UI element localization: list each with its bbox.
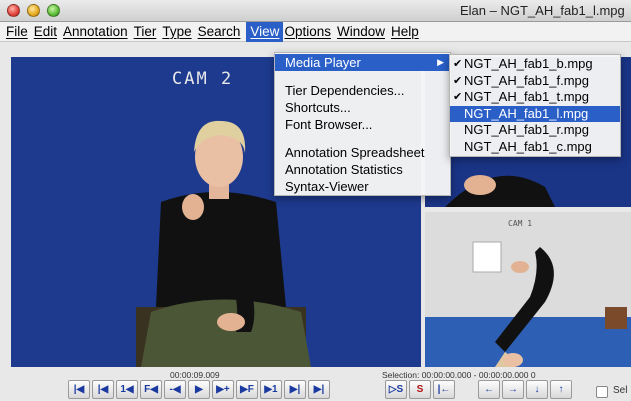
media-item-label: NGT_AH_fab1_c.mpg xyxy=(464,138,592,154)
media-item-label: NGT_AH_fab1_l.mpg xyxy=(464,105,589,121)
selection-readout: Selection: 00:00:00.000 - 00:00:00.000 0 xyxy=(382,370,536,380)
clear-selection-button[interactable]: S xyxy=(409,380,431,399)
bottom-right-video-frame xyxy=(425,241,631,367)
previous-second-button[interactable]: 1◀ xyxy=(116,380,138,399)
view-menu-dropdown: Media Player ▶ Tier Dependencies... Shor… xyxy=(274,52,451,196)
menu-search[interactable]: Search xyxy=(198,22,246,42)
left-arrow-button[interactable]: ← xyxy=(478,380,500,399)
selection-mode-label: Sel xyxy=(613,385,628,396)
play-selection-button[interactable]: ▷S xyxy=(385,380,407,399)
menu-type[interactable]: Type xyxy=(162,22,196,42)
menu-item-font-browser[interactable]: Font Browser... xyxy=(275,116,450,133)
title-bar: Elan – NGT_AH_fab1_l.mpg xyxy=(0,0,631,22)
next-pixel-button[interactable]: ▶+ xyxy=(212,380,234,399)
menu-view[interactable]: View xyxy=(246,21,284,42)
selection-controls: ▷S S |← xyxy=(385,380,457,399)
media-item-f[interactable]: ✔ NGT_AH_fab1_f.mpg xyxy=(450,73,620,90)
selection-mode-checkbox[interactable] xyxy=(596,386,608,398)
media-item-label: NGT_AH_fab1_b.mpg xyxy=(464,56,593,71)
media-item-c[interactable]: NGT_AH_fab1_c.mpg xyxy=(450,139,620,156)
up-arrow-button[interactable]: ↑ xyxy=(550,380,572,399)
zoom-window-button[interactable] xyxy=(47,4,60,17)
submenu-arrow-icon: ▶ xyxy=(437,57,444,67)
menu-annotation[interactable]: Annotation xyxy=(63,22,133,42)
menu-item-tier-dependencies[interactable]: Tier Dependencies... xyxy=(275,82,450,99)
menu-window[interactable]: Window xyxy=(337,22,390,42)
checkmark-icon: ✔ xyxy=(453,91,463,103)
menu-bar: File Edit Annotation Tier Type Search Vi… xyxy=(0,21,631,42)
menu-options[interactable]: Options xyxy=(284,22,336,42)
media-item-t[interactable]: ✔ NGT_AH_fab1_t.mpg xyxy=(450,89,620,106)
media-item-label: NGT_AH_fab1_f.mpg xyxy=(464,72,590,88)
media-player-submenu: ✔ NGT_AH_fab1_b.mpg ✔ NGT_AH_fab1_f.mpg … xyxy=(449,54,621,157)
menu-item-shortcuts[interactable]: Shortcuts... xyxy=(275,99,450,116)
play-button[interactable]: ▶ xyxy=(188,380,210,399)
window-title: Elan – NGT_AH_fab1_l.mpg xyxy=(460,3,625,18)
go-to-begin-button[interactable]: |◀ xyxy=(68,380,90,399)
current-timecode: 00:00:09.009 xyxy=(170,370,220,380)
cam-2-label: CAM 2 xyxy=(172,69,234,89)
media-item-b[interactable]: ✔ NGT_AH_fab1_b.mpg xyxy=(450,56,620,73)
next-second-button[interactable]: ▶1 xyxy=(260,380,282,399)
previous-scrollview-button[interactable]: |◀ xyxy=(92,380,114,399)
next-scrollview-button[interactable]: ▶| xyxy=(284,380,306,399)
media-item-l[interactable]: NGT_AH_fab1_l.mpg xyxy=(450,105,620,122)
menu-item-annotation-statistics[interactable]: Annotation Statistics xyxy=(275,161,450,178)
menu-file[interactable]: File xyxy=(6,22,33,42)
media-item-label: NGT_AH_fab1_t.mpg xyxy=(464,89,590,104)
next-frame-button[interactable]: ▶F xyxy=(236,380,258,399)
go-to-end-button[interactable]: ▶| xyxy=(308,380,330,399)
minimize-window-button[interactable] xyxy=(27,4,40,17)
media-item-r[interactable]: NGT_AH_fab1_r.mpg xyxy=(450,122,620,139)
menu-item-annotation-spreadsheet[interactable]: Annotation Spreadsheet xyxy=(275,144,450,161)
playback-controls: |◀ |◀ 1◀ F◀ -◀ ▶ ▶+ ▶F ▶1 ▶| ▶| xyxy=(68,380,332,399)
media-item-label: NGT_AH_fab1_r.mpg xyxy=(464,122,590,137)
right-arrow-button[interactable]: → xyxy=(502,380,524,399)
menu-item-media-player-label: Media Player xyxy=(285,55,361,70)
bottom-right-video-viewer[interactable] xyxy=(425,212,631,367)
menu-tier[interactable]: Tier xyxy=(134,22,162,42)
cam-1-label: CAM 1 xyxy=(508,219,533,228)
arrow-controls: ← → ↓ ↑ xyxy=(478,380,574,399)
checkmark-icon: ✔ xyxy=(453,58,463,70)
previous-pixel-button[interactable]: -◀ xyxy=(164,380,186,399)
selection-begin-button[interactable]: |← xyxy=(433,380,455,399)
menu-help[interactable]: Help xyxy=(391,22,424,42)
checkmark-icon: ✔ xyxy=(453,74,463,87)
close-window-button[interactable] xyxy=(7,4,20,17)
menu-item-syntax-viewer[interactable]: Syntax-Viewer xyxy=(275,178,450,195)
down-arrow-button[interactable]: ↓ xyxy=(526,380,548,399)
previous-frame-button[interactable]: F◀ xyxy=(140,380,162,399)
menu-edit[interactable]: Edit xyxy=(34,22,62,42)
menu-item-media-player[interactable]: Media Player ▶ xyxy=(275,54,450,71)
